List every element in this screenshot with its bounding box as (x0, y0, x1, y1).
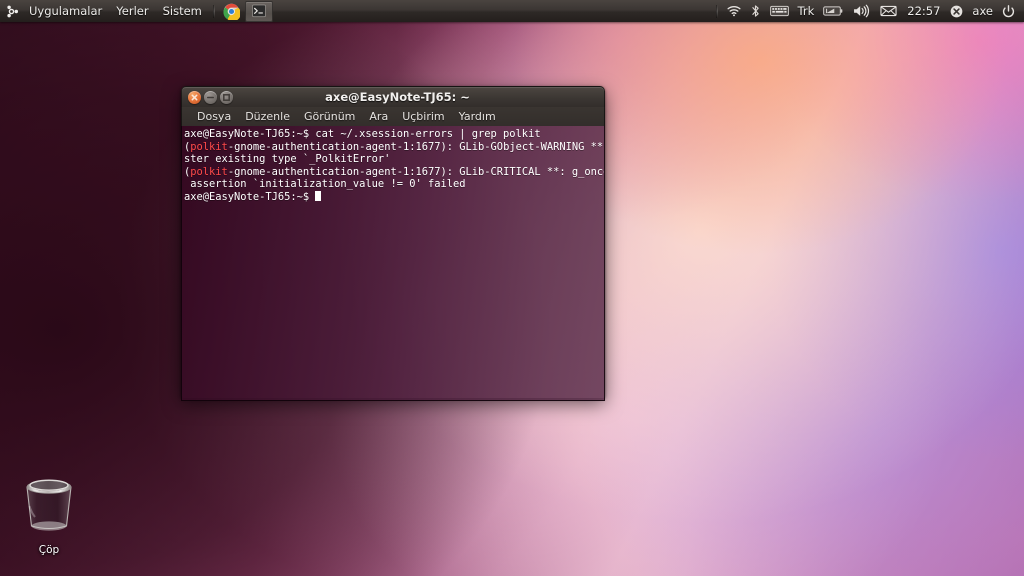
launcher-chrome[interactable] (219, 1, 245, 21)
menu-edit[interactable]: Düzenle (238, 107, 297, 126)
trash-icon (26, 479, 72, 531)
terminal-line: (polkit-gnome-authentication-agent-1:167… (184, 166, 604, 179)
wifi-icon[interactable] (722, 0, 746, 22)
close-icon[interactable] (188, 90, 201, 104)
panel-menu-places[interactable]: Yerler (109, 0, 155, 22)
terminal-icon (251, 4, 266, 18)
ubuntu-logo-icon[interactable] (0, 0, 22, 22)
terminal-text-segment: assertion `initialization_value != 0' fa… (184, 178, 466, 191)
user-offline-icon[interactable] (945, 0, 968, 22)
maximize-icon[interactable] (220, 90, 233, 104)
panel-menu-applications[interactable]: Uygulamalar (22, 0, 109, 22)
trash-label: Çöp (38, 544, 60, 556)
terminal-text-segment: axe@EasyNote-TJ65:~$ cat ~/.xsession-err… (184, 128, 541, 140)
desktop-screen: Uygulamalar Yerler Sistem Trk 22:57 axe … (0, 0, 1024, 576)
menu-search[interactable]: Ara (362, 107, 395, 126)
panel-left-section: Uygulamalar Yerler Sistem (0, 0, 273, 22)
power-icon[interactable] (997, 0, 1020, 22)
keyboard-indicator-icon[interactable] (765, 0, 794, 22)
terminal-menubar: Dosya Düzenle Görünüm Ara Uçbirim Yardım (181, 107, 605, 126)
panel-status-area: Trk 22:57 axe (712, 0, 1024, 22)
terminal-line: (polkit-gnome-authentication-agent-1:167… (184, 141, 604, 154)
menu-file[interactable]: Dosya (190, 107, 238, 126)
bluetooth-icon[interactable] (746, 0, 765, 22)
panel-divider (212, 4, 215, 18)
window-controls (188, 90, 233, 104)
window-title: axe@EasyNote-TJ65: ~ (325, 90, 470, 104)
terminal-text-segment: polkit (190, 140, 228, 153)
panel-clock[interactable]: 22:57 (902, 4, 945, 18)
panel-user-name[interactable]: axe (968, 4, 997, 18)
terminal-content-area[interactable]: axe@EasyNote-TJ65:~$ cat ~/.xsession-err… (181, 126, 605, 401)
terminal-output: axe@EasyNote-TJ65:~$ cat ~/.xsession-err… (184, 128, 604, 204)
terminal-window[interactable]: axe@EasyNote-TJ65: ~ Dosya Düzenle Görün… (181, 86, 605, 401)
terminal-text-segment: -gnome-authentication-agent-1:1677): GLi… (227, 165, 604, 178)
launcher-terminal[interactable] (244, 0, 273, 22)
panel-divider-right (715, 4, 718, 18)
terminal-text-segment: polkit (190, 165, 228, 178)
terminal-text-segment: ster existing type `_PolkitError' (184, 153, 391, 166)
menu-help[interactable]: Yardım (452, 107, 503, 126)
volume-icon[interactable] (848, 0, 875, 22)
terminal-text-segment: axe@EasyNote-TJ65:~$ (184, 190, 316, 203)
menu-view[interactable]: Görünüm (297, 107, 362, 126)
keyboard-layout-label[interactable]: Trk (794, 4, 819, 18)
menu-terminal[interactable]: Uçbirim (395, 107, 451, 126)
terminal-line: axe@EasyNote-TJ65:~$ (184, 190, 604, 204)
battery-icon[interactable] (818, 0, 848, 22)
terminal-line: ster existing type `_PolkitError' (184, 153, 604, 166)
terminal-line: assertion `initialization_value != 0' fa… (184, 178, 604, 191)
panel-menu-system[interactable]: Sistem (156, 0, 209, 22)
top-panel: Uygulamalar Yerler Sistem Trk 22:57 axe (0, 0, 1024, 22)
desktop-icon-trash[interactable]: Çöp (14, 472, 84, 556)
chrome-icon (223, 3, 241, 20)
terminal-cursor (315, 190, 322, 201)
minimize-icon[interactable] (204, 90, 217, 104)
window-titlebar[interactable]: axe@EasyNote-TJ65: ~ (181, 86, 605, 107)
terminal-line: axe@EasyNote-TJ65:~$ cat ~/.xsession-err… (184, 128, 604, 141)
envelope-icon[interactable] (875, 0, 902, 22)
terminal-text-segment: -gnome-authentication-agent-1:1677): GLi… (227, 140, 604, 153)
